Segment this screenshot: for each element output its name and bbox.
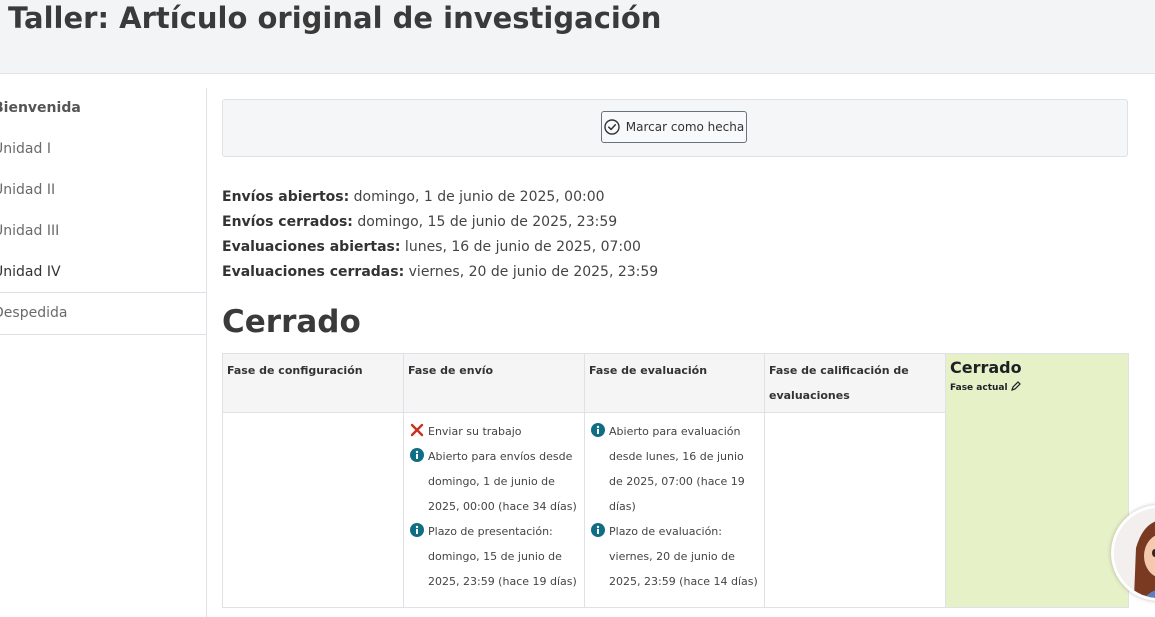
pencil-icon (1010, 381, 1021, 391)
sidebar-item-despedida[interactable]: Despedida (0, 292, 206, 335)
check-circle-icon (604, 119, 620, 135)
sidebar-item-bienvenida[interactable]: Bienvenida (0, 88, 206, 128)
info-icon (591, 523, 605, 537)
phase-title: Fase de calificación de evaluaciones (765, 354, 945, 412)
task-item: Enviar su trabajo (408, 419, 580, 444)
current-phase-title: Cerrado (950, 358, 1022, 377)
phase-closed-current: Cerrado Fase actual (946, 354, 1128, 607)
phase-assessment: Fase de evaluación Abierto para evaluaci… (585, 354, 765, 607)
sidebar-item-unidad-1[interactable]: Unidad I (0, 129, 206, 169)
current-phase-label: Fase actual (950, 380, 1124, 396)
phase-submission: Fase de envío Enviar su trabajo Abierto … (404, 354, 585, 607)
phase-title: Fase de evaluación (585, 354, 764, 412)
mark-as-done-label: Marcar como hecha (625, 120, 745, 134)
task-item: Abierto para envíos desde domingo, 1 de … (408, 444, 580, 519)
date-row: Envíos cerrados: domingo, 15 de junio de… (222, 214, 618, 230)
phase-tasks: Enviar su trabajo Abierto para envíos de… (404, 412, 584, 607)
mark-as-done-button[interactable]: Marcar como hecha (601, 111, 747, 143)
info-icon (410, 448, 424, 462)
info-icon (410, 523, 424, 537)
phase-tasks: Abierto para evaluación desde lunes, 16 … (585, 412, 764, 607)
course-index-sidebar: Bienvenida Unidad I Unidad II Unidad III… (0, 88, 207, 617)
sidebar-item-unidad-3[interactable]: Unidad III (0, 211, 206, 251)
phase-tasks (765, 412, 945, 607)
task-item: Abierto para evaluación desde lunes, 16 … (589, 419, 760, 519)
phase-tasks (946, 412, 1128, 607)
phase-tasks (223, 412, 403, 607)
sidebar-item-unidad-2[interactable]: Unidad II (0, 170, 206, 210)
page-header: Taller: Artículo original de investigaci… (0, 0, 1155, 74)
phase-grading-evaluation: Fase de calificación de evaluaciones (765, 354, 946, 607)
phase-status-heading: Cerrado (222, 304, 361, 340)
fail-x-icon (410, 423, 424, 437)
activity-completion-box: Marcar como hecha (222, 99, 1128, 157)
sidebar-item-unidad-4[interactable]: Unidad IV (0, 252, 206, 292)
page-title: Taller: Artículo original de investigaci… (8, 1, 662, 35)
workshop-phases-table: Fase de configuración Fase de envío Envi… (222, 353, 1129, 608)
task-item: Plazo de evaluación: viernes, 20 de juni… (589, 519, 760, 594)
date-row: Evaluaciones abiertas: lunes, 16 de juni… (222, 239, 641, 255)
phase-title: Fase de configuración (223, 354, 403, 412)
activity-dates: Envíos abiertos: domingo, 1 de junio de … (222, 185, 658, 285)
date-row: Evaluaciones cerradas: viernes, 20 de ju… (222, 264, 659, 280)
date-row: Envíos abiertos: domingo, 1 de junio de … (222, 189, 605, 205)
task-item: Plazo de presentación: domingo, 15 de ju… (408, 519, 580, 594)
phase-title: Fase de envío (404, 354, 584, 412)
info-icon (591, 423, 605, 437)
phase-setup: Fase de configuración (223, 354, 404, 607)
phase-title: Cerrado Fase actual (946, 354, 1128, 412)
